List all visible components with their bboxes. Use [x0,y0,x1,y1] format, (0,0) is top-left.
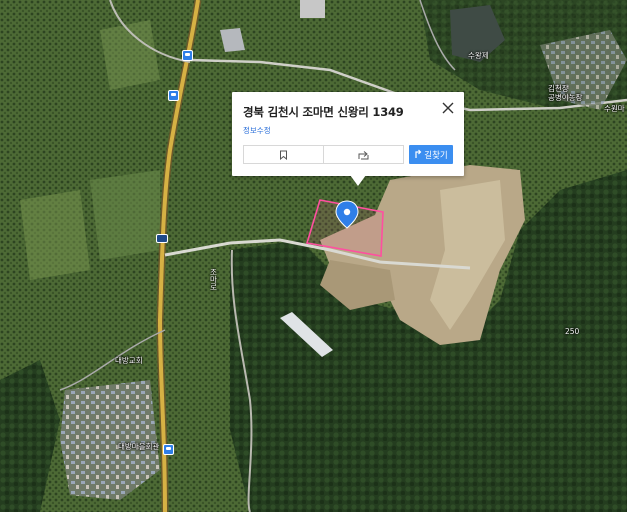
bus-stop-icon[interactable] [168,90,179,101]
directions-label: 길찾기 [424,150,448,161]
directions-icon [414,149,422,161]
bookmark-button[interactable] [243,145,324,164]
road-name-label: 조마로 [209,268,218,291]
edit-info-link[interactable]: 정보수정 [243,125,271,136]
hall-label: 대방마을회관 [118,442,160,451]
popup-pointer [350,175,366,186]
elevation-label: 250 [565,327,580,336]
place-info-popup: 경북 김천시 조마면 신왕리 1349 정보수정 길찾기 [232,92,464,186]
directions-button[interactable]: 길찾기 [409,145,453,164]
share-button[interactable] [323,145,404,164]
bus-stop-icon[interactable] [163,444,174,455]
share-icon [358,145,370,164]
poi-label-agency: 김천장 공병이농장 [548,84,583,102]
poi-agency-line2: 공병이농장 [548,93,583,102]
reservoir-label: 수왕제 [468,51,489,60]
satellite-map[interactable] [0,0,627,512]
poi-agency-line1: 김천장 [548,84,569,93]
bus-stop-icon[interactable] [182,50,193,61]
popup-address-title: 경북 김천시 조마면 신왕리 1349 [243,105,404,119]
poi-label-road-right: 수원마 [604,104,625,113]
highway-route-shield [156,234,168,243]
close-icon[interactable] [440,100,456,116]
church-label: 대방교회 [115,356,143,365]
bookmark-icon [279,145,288,164]
